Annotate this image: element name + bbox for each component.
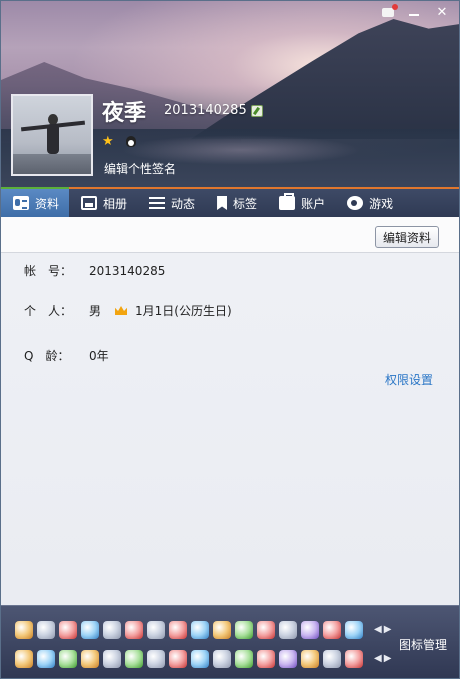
avatar[interactable]	[11, 94, 93, 176]
close-button[interactable]: ✕	[429, 3, 455, 21]
app-icon[interactable]	[81, 621, 99, 639]
game-icon	[347, 196, 364, 210]
app-icon[interactable]	[301, 650, 319, 668]
birthday-value: 1月1日(公历生日)	[135, 304, 232, 318]
tab-tags[interactable]: 标签	[205, 189, 267, 217]
minimize-button[interactable]	[401, 3, 427, 21]
qage-label: Q 龄：	[24, 349, 70, 363]
tab-label: 动态	[171, 196, 196, 211]
app-icon[interactable]	[103, 650, 121, 668]
birthday-crown-icon	[115, 306, 128, 315]
app-icon[interactable]	[147, 621, 165, 639]
app-icon[interactable]	[147, 650, 165, 668]
app-icon[interactable]	[257, 621, 275, 639]
app-icon[interactable]	[213, 621, 231, 639]
app-icon[interactable]	[169, 621, 187, 639]
dock-row-2	[15, 650, 363, 668]
app-icon[interactable]	[323, 621, 341, 639]
app-icon-dock: ◀▶ ◀▶ 图标管理	[1, 605, 459, 678]
personal-value: 男 1月1日(公历生日)	[89, 302, 232, 319]
nickname: 夜季	[102, 101, 147, 126]
tab-account[interactable]: 账户	[267, 189, 335, 217]
level-star-icon[interactable]: ★	[102, 135, 114, 148]
app-icon[interactable]	[279, 650, 297, 668]
app-icon[interactable]	[191, 621, 209, 639]
tag-icon	[217, 196, 228, 210]
tab-bar: 资料 相册 动态 标签 账户 游戏	[1, 187, 459, 217]
app-icon[interactable]	[15, 650, 33, 668]
profile-header-banner: ✕ 夜季 2013140285 ★ 编辑个性签名	[1, 1, 459, 187]
profile-window: ✕ 夜季 2013140285 ★ 编辑个性签名 资料 相册 动态 标签 账户 …	[0, 0, 460, 679]
gender-value: 男	[89, 304, 102, 318]
tab-label: 账户	[301, 196, 326, 211]
personal-row: 个 人： 男 1月1日(公历生日)	[24, 302, 232, 319]
app-icon[interactable]	[235, 621, 253, 639]
app-icon[interactable]	[15, 621, 33, 639]
tab-label: 标签	[233, 196, 258, 211]
dock-row-1	[15, 621, 363, 639]
app-icon[interactable]	[125, 650, 143, 668]
edit-remark-icon[interactable]	[251, 105, 263, 117]
feed-list-icon	[149, 196, 166, 210]
signature-edit-link[interactable]: 编辑个性签名	[104, 160, 176, 177]
app-icon[interactable]	[345, 621, 363, 639]
profile-card-icon	[13, 196, 29, 210]
edit-profile-button[interactable]: 编辑资料	[375, 226, 439, 248]
account-value: 2013140285	[89, 263, 166, 278]
qage-row: Q 龄： 0年	[24, 347, 109, 364]
app-icon[interactable]	[169, 650, 187, 668]
app-icon[interactable]	[257, 650, 275, 668]
tab-profile[interactable]: 资料	[1, 187, 70, 217]
photo-album-icon	[81, 196, 98, 210]
qage-value: 0年	[89, 349, 109, 363]
permission-settings-link[interactable]: 权限设置	[385, 371, 433, 388]
tab-games[interactable]: 游戏	[335, 189, 403, 217]
skin-icon[interactable]	[377, 3, 399, 21]
icon-management-button[interactable]: 图标管理	[399, 636, 447, 653]
app-icon[interactable]	[59, 650, 77, 668]
app-icon[interactable]	[37, 621, 55, 639]
penguin-icon[interactable]	[126, 136, 136, 147]
app-icon[interactable]	[125, 621, 143, 639]
dock-row-1-scroll-arrows[interactable]: ◀▶	[374, 624, 393, 635]
tab-feed[interactable]: 动态	[137, 189, 205, 217]
app-icon[interactable]	[345, 650, 363, 668]
app-icon[interactable]	[191, 650, 209, 668]
tab-album[interactable]: 相册	[69, 189, 137, 217]
qq-number: 2013140285	[164, 103, 247, 118]
personal-label: 个 人：	[24, 304, 73, 318]
account-row: 帐 号： 2013140285	[24, 262, 165, 279]
app-icon[interactable]	[301, 621, 319, 639]
app-icon[interactable]	[81, 650, 99, 668]
app-icon[interactable]	[279, 621, 297, 639]
tab-label: 游戏	[369, 196, 394, 211]
tab-label: 相册	[103, 196, 128, 211]
app-icon[interactable]	[59, 621, 77, 639]
app-icon[interactable]	[103, 621, 121, 639]
dock-row-2-scroll-arrows[interactable]: ◀▶	[374, 653, 393, 664]
title-bar-controls: ✕	[377, 3, 455, 21]
wallet-icon	[279, 193, 296, 210]
account-label: 帐 号：	[24, 264, 73, 278]
app-icon[interactable]	[323, 650, 341, 668]
profile-toolbar: 编辑资料	[1, 217, 459, 253]
tab-label: 资料	[35, 196, 60, 211]
banner-mountain-right	[191, 19, 459, 139]
app-icon[interactable]	[37, 650, 55, 668]
app-icon[interactable]	[213, 650, 231, 668]
app-icon[interactable]	[235, 650, 253, 668]
